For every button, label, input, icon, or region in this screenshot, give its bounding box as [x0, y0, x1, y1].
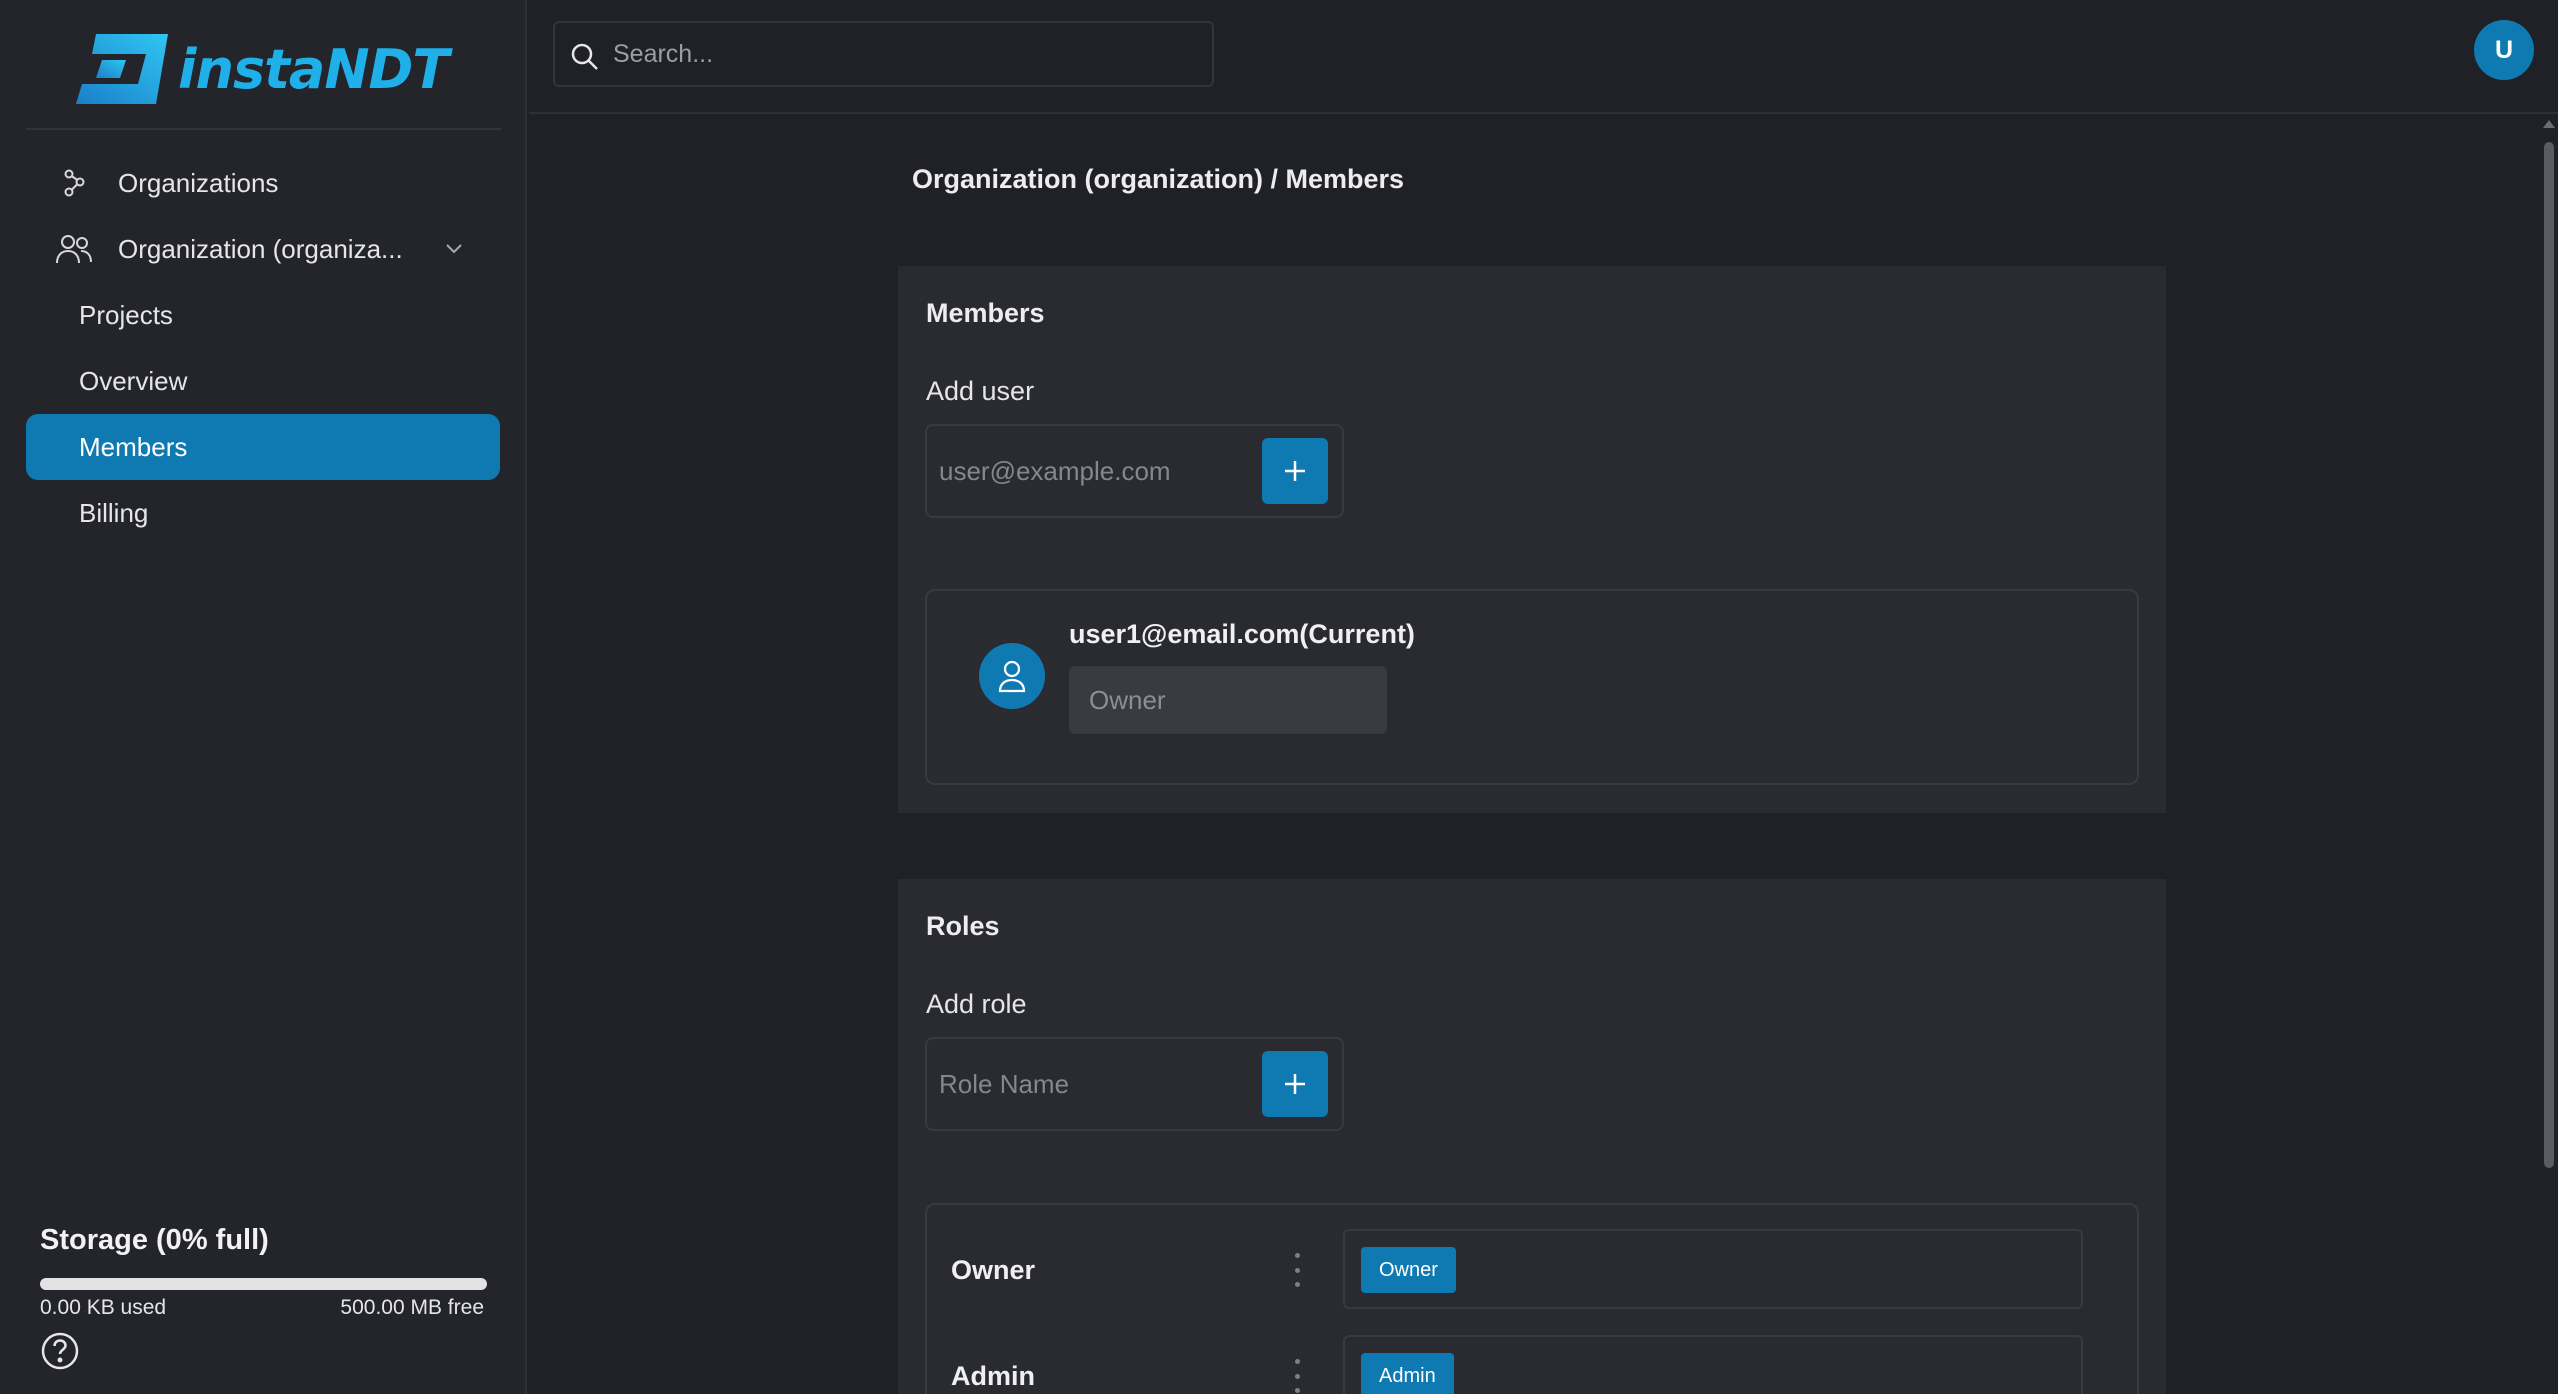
- users-icon: [54, 229, 94, 269]
- roles-card: Roles Add role Owner Owner Admin Admin: [898, 879, 2166, 1394]
- storage-free-label: 500.00 MB free: [340, 1296, 484, 1319]
- role-name: Admin: [951, 1361, 1035, 1391]
- storage-title: Storage (0% full): [40, 1224, 269, 1256]
- search-input[interactable]: [613, 23, 1203, 85]
- sidebar-item-label: Billing: [79, 497, 149, 528]
- search-icon: [571, 43, 598, 70]
- chevron-down-icon[interactable]: [442, 236, 466, 260]
- search-box[interactable]: [553, 21, 1214, 87]
- role-permissions-box[interactable]: Admin: [1343, 1335, 2083, 1394]
- member-email: user1@email.com(Current): [1069, 619, 1415, 649]
- members-title: Members: [926, 298, 1045, 328]
- brand-name: instaNDT: [178, 37, 449, 101]
- member-role-select[interactable]: Owner: [1069, 666, 1387, 734]
- more-options-icon[interactable]: [1291, 1359, 1303, 1393]
- role-name-input[interactable]: [939, 1061, 1259, 1107]
- brand-logo-icon: [76, 34, 168, 104]
- role-row-admin: Admin Admin: [927, 1335, 2137, 1394]
- member-list-item: user1@email.com(Current) Owner: [925, 589, 2139, 785]
- sidebar-item-label: Projects: [79, 299, 173, 330]
- sidebar-item-label: Organizations: [118, 167, 279, 198]
- plus-icon: [1285, 461, 1305, 481]
- role-chip[interactable]: Admin: [1361, 1353, 1454, 1394]
- add-role-group: [925, 1037, 1344, 1131]
- member-avatar: [979, 643, 1045, 709]
- page-scrollbar[interactable]: [2540, 116, 2558, 1394]
- help-icon[interactable]: [40, 1331, 80, 1371]
- sidebar-item-projects[interactable]: Projects: [26, 282, 500, 348]
- roles-title: Roles: [926, 911, 1000, 941]
- role-permissions-box[interactable]: Owner: [1343, 1229, 2083, 1309]
- sidebar-item-members[interactable]: Members: [26, 414, 500, 480]
- storage-progress-bar: [40, 1278, 487, 1290]
- sidebar-item-label: Organization (organiza...: [118, 233, 403, 264]
- add-user-button[interactable]: [1262, 438, 1328, 504]
- app-logo[interactable]: instaNDT: [76, 34, 449, 104]
- more-options-icon[interactable]: [1291, 1253, 1303, 1287]
- sidebar-item-label: Members: [79, 431, 188, 462]
- sidebar-item-overview[interactable]: Overview: [26, 348, 500, 414]
- add-user-label: Add user: [926, 376, 1035, 406]
- user-avatar[interactable]: U: [2474, 20, 2534, 80]
- members-card: Members Add user user1@email.com(Current…: [898, 266, 2166, 813]
- top-bar: U: [529, 0, 2558, 114]
- role-row-owner: Owner Owner: [927, 1229, 2137, 1309]
- scrollbar-thumb[interactable]: [2544, 142, 2554, 1168]
- add-user-group: [925, 424, 1344, 518]
- role-chip[interactable]: Owner: [1361, 1247, 1456, 1293]
- add-role-button[interactable]: [1262, 1051, 1328, 1117]
- add-user-email-input[interactable]: [939, 448, 1259, 494]
- plus-icon: [1285, 1074, 1305, 1094]
- scroll-up-arrow-icon[interactable]: [2543, 120, 2555, 128]
- breadcrumb: Organization (organization) / Members: [912, 164, 1405, 194]
- sidebar-item-billing[interactable]: Billing: [26, 480, 500, 546]
- sidebar-item-label: Overview: [79, 365, 188, 396]
- user-icon: [998, 660, 1026, 693]
- add-role-label: Add role: [926, 989, 1027, 1019]
- sidebar-item-organizations[interactable]: Organizations: [26, 150, 500, 216]
- organizations-icon: [54, 163, 94, 203]
- roles-list: Owner Owner Admin Admin: [925, 1203, 2139, 1394]
- sidebar: instaNDT Organizations Organization (org…: [0, 0, 527, 1394]
- storage-used-label: 0.00 KB used: [40, 1296, 167, 1319]
- sidebar-item-organization[interactable]: Organization (organiza...: [26, 216, 500, 282]
- sidebar-divider: [26, 128, 501, 130]
- role-name: Owner: [951, 1255, 1036, 1285]
